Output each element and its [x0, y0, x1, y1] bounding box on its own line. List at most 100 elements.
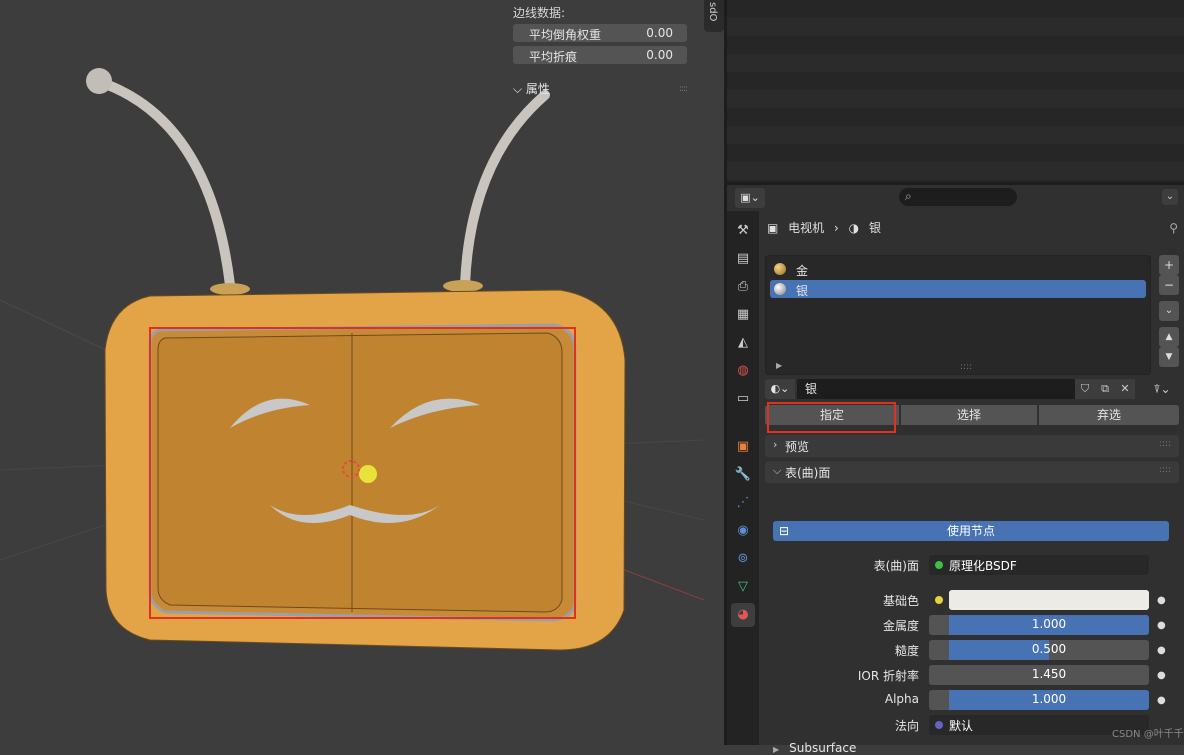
node-link-icon[interactable]: ⍒⌄: [1147, 379, 1177, 399]
list-item[interactable]: 金: [770, 260, 1146, 278]
properties-icon[interactable]: ▣⌄: [735, 188, 765, 208]
move-up-button[interactable]: ▲: [1159, 327, 1179, 347]
view-layer-icon[interactable]: ▦: [731, 303, 755, 327]
close-icon[interactable]: ✕: [1115, 379, 1135, 399]
remove-slot-button[interactable]: −: [1159, 275, 1179, 295]
breadcrumb-object: 电视机: [788, 221, 825, 235]
expand-icon: ▶: [773, 745, 780, 754]
material-name-field[interactable]: 银: [797, 379, 1075, 399]
use-nodes-button[interactable]: ⊟ 使用节点: [773, 521, 1169, 541]
attributes-section[interactable]: ⌵ 属性: [513, 80, 550, 97]
keyframe-dot-icon[interactable]: ●: [1157, 595, 1166, 606]
grip-icon[interactable]: ::::: [1159, 465, 1171, 475]
material-sphere-icon: ◑: [848, 221, 860, 235]
pin-icon[interactable]: ⚲: [1169, 221, 1178, 235]
base-color-swatch[interactable]: [949, 590, 1149, 610]
select-button[interactable]: 选择: [901, 405, 1037, 425]
assign-button[interactable]: 指定: [765, 405, 899, 425]
item-sidebar: 边线数据: 平均倒角权重 0.00 平均折痕 0.00 ⌵ 属性 ::::: [505, 0, 695, 100]
material-icon[interactable]: ◕: [731, 603, 755, 627]
viewport-scene: [0, 68, 704, 651]
duplicate-icon[interactable]: ⧉: [1095, 379, 1115, 399]
world-icon[interactable]: ◍: [731, 359, 755, 383]
ior-label: IOR 折射率: [857, 669, 919, 683]
move-down-button[interactable]: ▼: [1159, 347, 1179, 367]
ior-value: 1.450: [1031, 667, 1067, 681]
bevel-weight-field[interactable]: 平均倒角权重 0.00: [513, 24, 687, 42]
metallic-slider[interactable]: 1.000: [929, 615, 1149, 635]
alpha-label: Alpha: [884, 692, 919, 706]
material-name: 银: [805, 382, 818, 396]
subsurface-panel[interactable]: ▶ Subsurface: [765, 741, 856, 755]
add-slot-button[interactable]: +: [1159, 255, 1179, 275]
sidebar-tab[interactable]: sdO: [704, 0, 724, 32]
properties-editor: ▣⌄ ⌕ ⌄ ⚒ ▤ ⎙ ▦ ◭ ◍ ▭ ▣ 🔧 ⋰ ◉ ⊚ ▽ ◕ ▣ 电视机…: [727, 185, 1184, 755]
sidebar-tab-label: sdO: [707, 2, 718, 22]
collection-icon[interactable]: ▭: [731, 387, 755, 411]
keyframe-dot-icon[interactable]: ●: [1157, 645, 1166, 656]
light-object: [359, 465, 377, 483]
material-slot-list[interactable]: 金 银 ▶ ::::: [765, 255, 1151, 375]
search-icon: ⌕: [905, 189, 912, 203]
particles-icon[interactable]: ⋰: [731, 491, 755, 515]
right-antenna: [460, 90, 550, 290]
tool-icon[interactable]: ⚒: [731, 219, 755, 243]
properties-header: ▣⌄ ⌕ ⌄: [727, 185, 1184, 211]
fake-user-icon[interactable]: ⛉: [1075, 379, 1095, 399]
antenna-ball: [86, 68, 112, 94]
alpha-slider[interactable]: 1.000: [929, 690, 1149, 710]
shader-socket-icon: [935, 561, 943, 569]
resize-grip-icon[interactable]: ::::: [960, 362, 972, 372]
assign-row: 指定 选择 弃选: [765, 405, 1179, 425]
data-icon[interactable]: ▽: [731, 575, 755, 599]
material-ball-icon: [774, 263, 786, 275]
keyframe-dot-icon[interactable]: ●: [1157, 695, 1166, 706]
roughness-slider[interactable]: 0.500: [929, 640, 1149, 660]
metallic-label: 金属度: [882, 619, 919, 633]
crease-value: 0.00: [646, 48, 673, 62]
grip-icon[interactable]: ::::: [1159, 439, 1171, 449]
preview-label: 预览: [785, 440, 810, 454]
browse-material-icon[interactable]: ◐⌄: [765, 379, 795, 399]
3d-viewport[interactable]: 边线数据: 平均倒角权重 0.00 平均折痕 0.00 ⌵ 属性 ::::: [0, 0, 704, 745]
slot-specials-button[interactable]: ⌄: [1159, 301, 1179, 321]
breadcrumb-material: 银: [868, 221, 881, 235]
keyframe-dot-icon[interactable]: ●: [1157, 670, 1166, 681]
output-icon[interactable]: ⎙: [731, 275, 755, 299]
constraints-icon[interactable]: ⊚: [731, 547, 755, 571]
material-ball-icon: [774, 283, 786, 295]
outliner-area[interactable]: [727, 0, 1184, 182]
list-item[interactable]: 银: [770, 280, 1146, 298]
bevel-weight-value: 0.00: [646, 26, 673, 40]
slot-name: 银: [796, 284, 809, 298]
roughness-value: 0.500: [1031, 642, 1067, 656]
chevron-down-icon: ⌵: [773, 464, 782, 477]
crease-field[interactable]: 平均折痕 0.00: [513, 46, 687, 64]
expand-icon[interactable]: ▶: [776, 361, 782, 370]
preview-panel-header[interactable]: › 预览 ::::: [765, 435, 1179, 457]
physics-icon[interactable]: ◉: [731, 519, 755, 543]
search-input[interactable]: ⌕: [899, 188, 1017, 206]
deselect-button[interactable]: 弃选: [1039, 405, 1179, 425]
ior-field[interactable]: 1.450: [929, 665, 1149, 685]
object-icon[interactable]: ▣: [731, 435, 755, 459]
roughness-row: 糙度 0.500 ●: [763, 640, 1184, 660]
properties-tabs: ⚒ ▤ ⎙ ▦ ◭ ◍ ▭ ▣ 🔧 ⋰ ◉ ⊚ ▽ ◕: [727, 211, 759, 745]
vector-socket-icon: [935, 721, 943, 729]
scene-icon[interactable]: ◭: [731, 331, 755, 355]
chevron-down-icon[interactable]: ⌄: [1162, 189, 1178, 205]
roughness-label: 糙度: [894, 644, 919, 658]
chevron-down-icon: ⌵: [513, 82, 526, 96]
base-color-label: 基础色: [882, 594, 919, 608]
slot-name: 金: [796, 264, 809, 278]
base-color-row: 基础色 ●: [763, 590, 1184, 610]
keyframe-dot-icon[interactable]: ●: [1157, 620, 1166, 631]
material-properties: ▣ 电视机 › ◑ 银 ⚲ 金 银 ▶ :::: + − ⌄ ▲ ▼ ◐⌄ 银: [763, 211, 1184, 755]
surface-panel-header[interactable]: ⌵ 表(曲)面 ::::: [765, 461, 1179, 483]
nodes-icon: ⊟: [779, 524, 790, 538]
metallic-value: 1.000: [1031, 617, 1067, 631]
render-icon[interactable]: ▤: [731, 247, 755, 271]
surface-shader-field[interactable]: 原理化BSDF: [929, 555, 1149, 575]
grip-icon[interactable]: ::::: [679, 84, 688, 94]
modifier-icon[interactable]: 🔧: [731, 463, 755, 487]
